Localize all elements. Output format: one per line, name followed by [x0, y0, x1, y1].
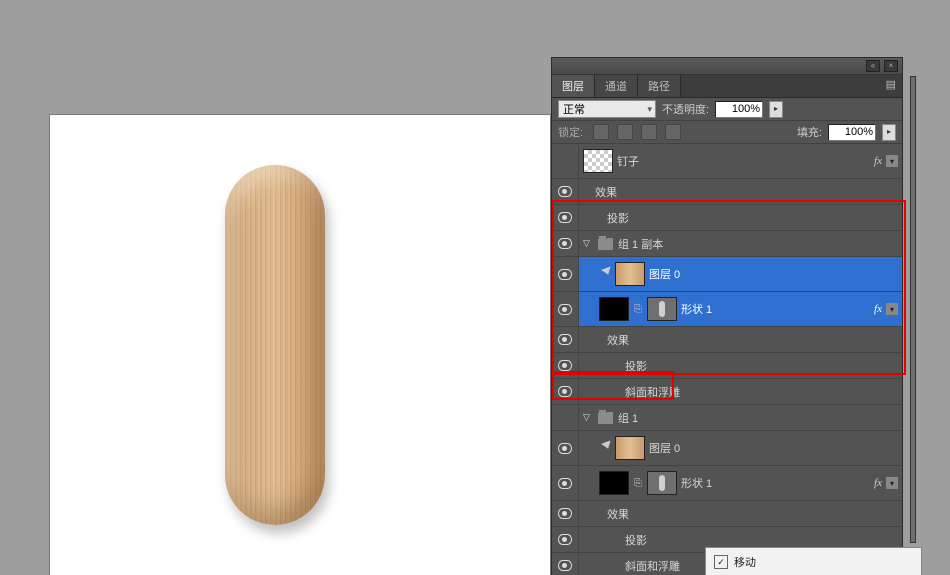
layer-list: 钉子 fx ▾ 效果 投影 ▽ 组 1 副本 — [552, 144, 902, 575]
wood-plank-artwork — [225, 165, 325, 525]
fill-thumbnail[interactable] — [599, 471, 629, 495]
visibility-toggle[interactable] — [552, 292, 579, 326]
auto-select-checkbox[interactable]: ✓ — [714, 555, 728, 569]
blend-opacity-row: 正常 不透明度: 100% ▸ — [552, 98, 902, 121]
group-expand-icon[interactable]: ▽ — [583, 238, 593, 249]
panel-tabs: 图层 通道 路径 ▤ — [552, 75, 902, 98]
panel-collapse-icon[interactable]: « — [866, 60, 880, 72]
panel-titlebar[interactable]: « × — [552, 58, 902, 75]
effects-label: 效果 — [607, 506, 629, 522]
layer-thumbnail[interactable] — [615, 436, 645, 460]
fx-indicator[interactable]: fx — [874, 155, 882, 167]
group-1-copy[interactable]: ▽ 组 1 副本 — [552, 231, 902, 257]
effects-row[interactable]: 效果 — [552, 179, 902, 205]
visibility-toggle[interactable] — [552, 205, 579, 230]
tool-options-move: ✓ 移动 — [705, 547, 922, 575]
layers-panel: « × 图层 通道 路径 ▤ 正常 不透明度: 100% ▸ 锁定: 填充: 1… — [552, 58, 902, 575]
visibility-toggle[interactable] — [552, 353, 579, 378]
fx-indicator[interactable]: fx — [874, 477, 882, 489]
fill-flyout-button[interactable]: ▸ — [882, 124, 896, 141]
dock-strip[interactable] — [910, 76, 916, 543]
opacity-input[interactable]: 100% — [715, 101, 763, 118]
effect-name: 斜面和浮雕 — [625, 384, 680, 400]
effects-row[interactable]: 效果 — [552, 327, 902, 353]
effect-name: 投影 — [625, 532, 647, 548]
panel-close-icon[interactable]: × — [884, 60, 898, 72]
opacity-label: 不透明度: — [662, 101, 709, 117]
mask-link-icon[interactable]: ⎘ — [633, 478, 643, 489]
effect-name: 投影 — [607, 210, 629, 226]
folder-icon — [597, 237, 614, 251]
layer-0-copy[interactable]: 图层 0 — [552, 257, 902, 292]
effect-drop-shadow[interactable]: 投影 — [552, 353, 902, 379]
layer-thumbnail[interactable] — [583, 149, 613, 173]
vector-mask-thumbnail[interactable] — [647, 471, 677, 495]
effects-label: 效果 — [607, 332, 629, 348]
lock-position-icon[interactable] — [641, 124, 657, 140]
fx-indicator[interactable]: fx — [874, 303, 882, 315]
lock-fill-row: 锁定: 填充: 100% ▸ — [552, 121, 902, 144]
visibility-toggle[interactable] — [552, 379, 579, 404]
fill-input[interactable]: 100% — [828, 124, 876, 141]
tab-layers[interactable]: 图层 — [552, 75, 595, 97]
layer-dingzi[interactable]: 钉子 fx ▾ — [552, 144, 902, 179]
fx-expand-button[interactable]: ▾ — [886, 477, 898, 489]
effects-row[interactable]: 效果 — [552, 501, 902, 527]
group-1[interactable]: ▽ 组 1 — [552, 405, 902, 431]
visibility-toggle[interactable] — [552, 431, 579, 465]
fill-thumbnail[interactable] — [599, 297, 629, 321]
layer-name[interactable]: 钉子 — [617, 153, 639, 169]
effects-label: 效果 — [595, 184, 617, 200]
visibility-toggle[interactable] — [552, 179, 579, 204]
mask-link-icon[interactable]: ⎘ — [633, 304, 643, 315]
lock-transparency-icon[interactable] — [593, 124, 609, 140]
layer-name[interactable]: 形状 1 — [681, 475, 712, 491]
vector-mask-thumbnail[interactable] — [647, 297, 677, 321]
visibility-toggle[interactable] — [552, 405, 579, 430]
layer-thumbnail[interactable] — [615, 262, 645, 286]
layer-name[interactable]: 图层 0 — [649, 440, 680, 456]
lock-pixels-icon[interactable] — [617, 124, 633, 140]
effect-name: 投影 — [625, 358, 647, 374]
clipping-indicator-icon — [599, 442, 611, 454]
group-name[interactable]: 组 1 — [618, 410, 638, 426]
shape-1-copy[interactable]: ⎘ 形状 1 fx ▾ — [552, 292, 902, 327]
group-expand-icon[interactable]: ▽ — [583, 412, 593, 423]
fx-expand-button[interactable]: ▾ — [886, 155, 898, 167]
fill-label: 填充: — [797, 124, 822, 140]
auto-select-label: 移动 — [734, 554, 756, 570]
visibility-toggle[interactable] — [552, 327, 579, 352]
visibility-toggle[interactable] — [552, 231, 579, 256]
layer-name[interactable]: 形状 1 — [681, 301, 712, 317]
lock-label: 锁定: — [558, 124, 583, 140]
document-canvas[interactable] — [50, 115, 550, 575]
effect-bevel-emboss[interactable]: 斜面和浮雕 — [552, 379, 902, 405]
fx-expand-button[interactable]: ▾ — [886, 303, 898, 315]
tab-paths[interactable]: 路径 — [638, 75, 681, 97]
blend-mode-dropdown[interactable]: 正常 — [558, 100, 656, 118]
panel-menu-icon[interactable]: ▤ — [880, 75, 902, 97]
shape-1[interactable]: ⎘ 形状 1 fx ▾ — [552, 466, 902, 501]
visibility-toggle[interactable] — [552, 553, 579, 575]
layer-name[interactable]: 图层 0 — [649, 266, 680, 282]
visibility-toggle[interactable] — [552, 257, 579, 291]
group-name[interactable]: 组 1 副本 — [618, 236, 663, 252]
effect-drop-shadow[interactable]: 投影 — [552, 205, 902, 231]
folder-icon — [597, 411, 614, 425]
tab-channels[interactable]: 通道 — [595, 75, 638, 97]
visibility-toggle[interactable] — [552, 527, 579, 552]
lock-all-icon[interactable] — [665, 124, 681, 140]
opacity-flyout-button[interactable]: ▸ — [769, 101, 783, 118]
visibility-toggle[interactable] — [552, 501, 579, 526]
visibility-toggle[interactable] — [552, 466, 579, 500]
effect-name: 斜面和浮雕 — [625, 558, 680, 574]
visibility-toggle[interactable] — [552, 144, 579, 178]
layer-0[interactable]: 图层 0 — [552, 431, 902, 466]
clipping-indicator-icon — [599, 268, 611, 280]
